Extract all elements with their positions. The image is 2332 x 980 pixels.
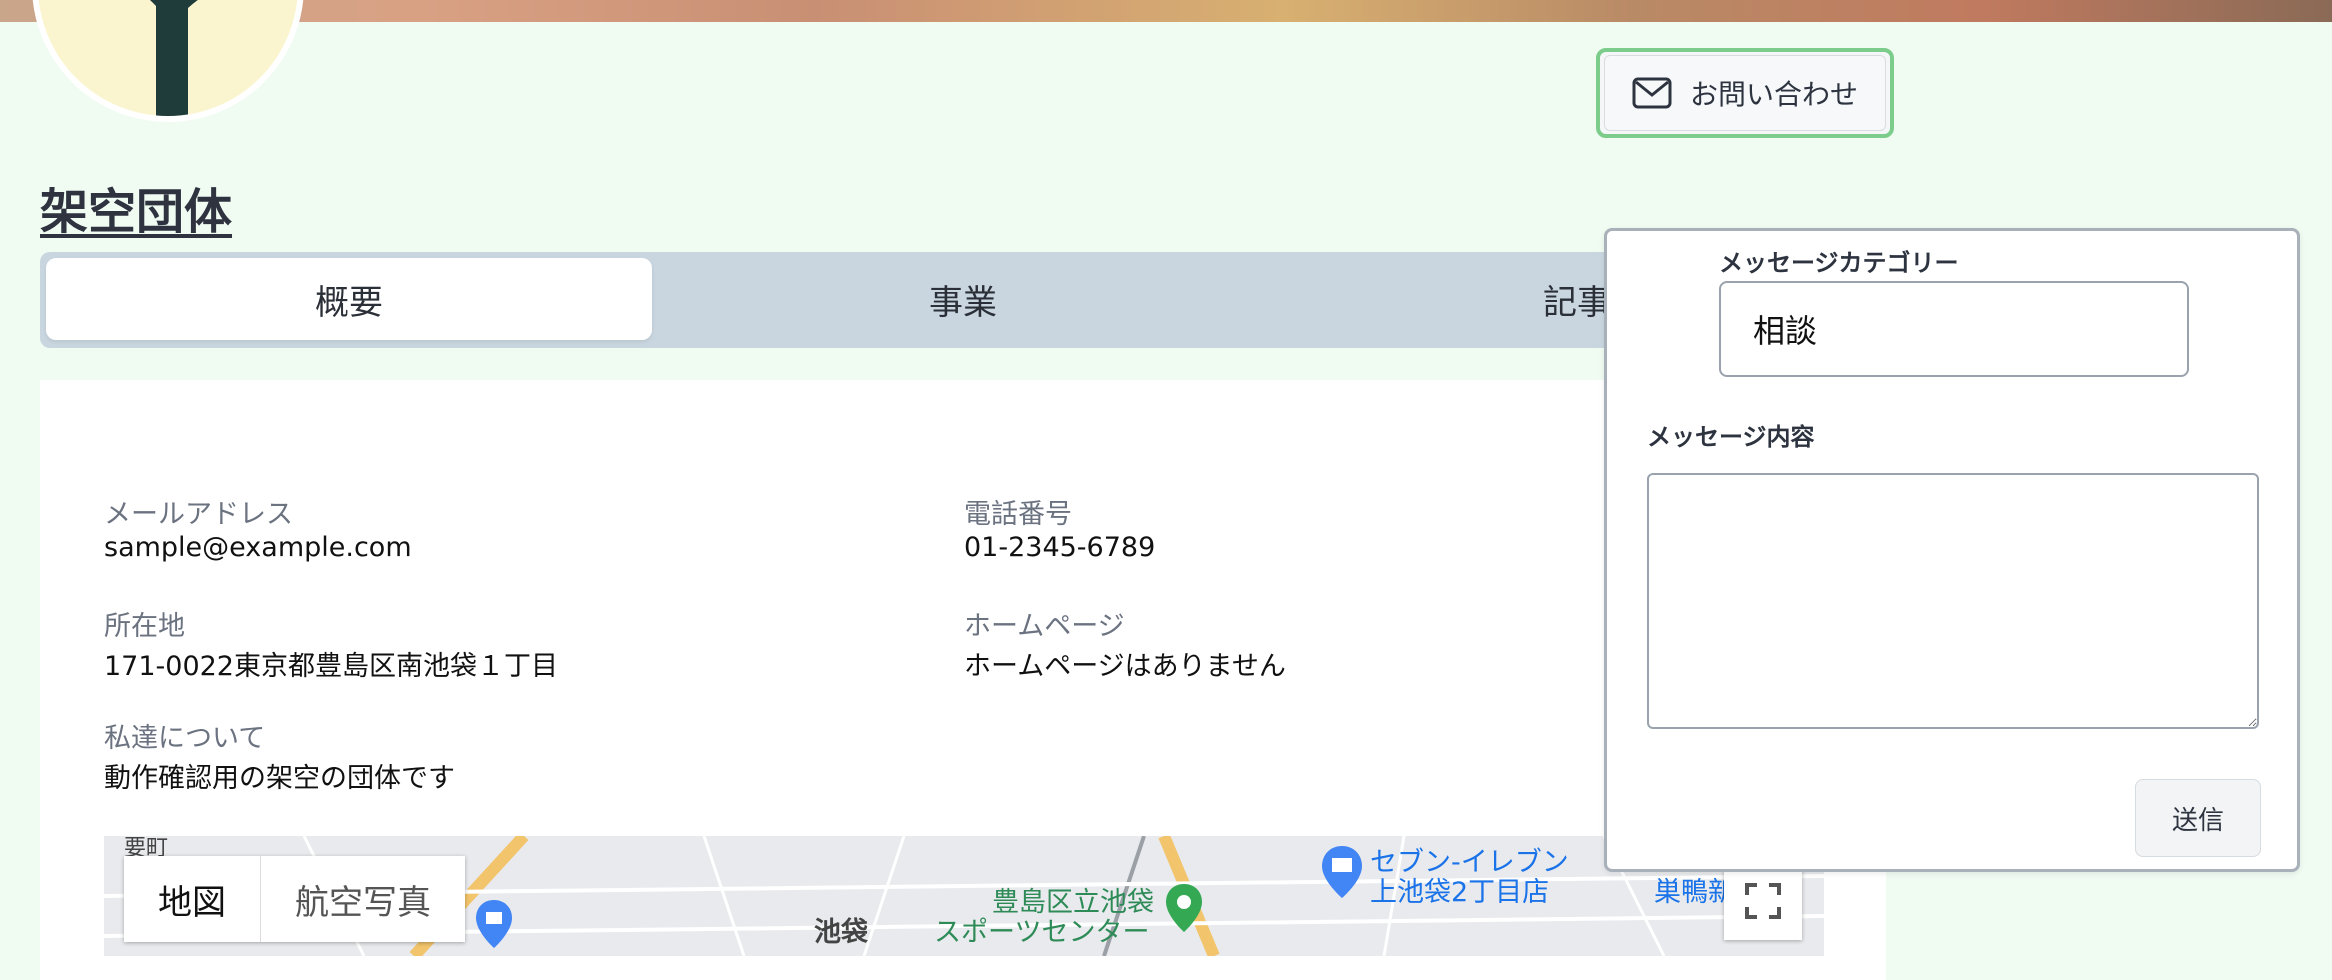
address-value: 171-0022東京都豊島区南池袋１丁目: [104, 651, 558, 682]
store-pin-icon: [1322, 846, 1362, 898]
about-label: 私達について: [104, 723, 266, 754]
map-label-ikebukuro: 池袋: [814, 917, 868, 948]
park-pin-icon: [1166, 884, 1202, 932]
address-label: 所在地: [104, 611, 185, 642]
org-logo: [32, 0, 304, 122]
phone-label: 電話番号: [964, 499, 1072, 530]
map-type-map-button[interactable]: 地図: [124, 856, 260, 942]
mail-icon: [1632, 77, 1672, 109]
homepage-value: ホームページはありません: [964, 651, 1286, 682]
map-label-sugamo: 巣鴨新: [1654, 877, 1735, 908]
email-label: メールアドレス: [104, 499, 293, 530]
content-label: メッセージ内容: [1647, 423, 1815, 451]
hero-banner: [0, 0, 2332, 22]
contact-button[interactable]: お問い合わせ: [1596, 48, 1894, 138]
fullscreen-icon: [1745, 883, 1781, 919]
category-select[interactable]: 相談: [1719, 281, 2189, 377]
send-button[interactable]: 送信: [2135, 779, 2261, 857]
map-label-seven-2: 上池袋2丁目店: [1370, 877, 1550, 908]
about-value: 動作確認用の架空の団体です: [104, 763, 455, 794]
map-label-sports-center-2: スポーツセンター: [934, 917, 1150, 948]
map-type-toggle: 地図 航空写真: [124, 856, 465, 942]
map-fullscreen-button[interactable]: [1724, 862, 1802, 940]
tab-projects[interactable]: 事業: [660, 258, 1266, 340]
map-type-satellite-button[interactable]: 航空写真: [261, 856, 465, 942]
tab-overview[interactable]: 概要: [46, 258, 652, 340]
category-label: メッセージカテゴリー: [1719, 249, 1959, 277]
phone-value: 01-2345-6789: [964, 532, 1156, 563]
contact-form-popover: メッセージカテゴリー 相談 メッセージ内容 送信: [1604, 228, 2300, 872]
homepage-label: ホームページ: [964, 611, 1125, 642]
org-name-link[interactable]: 架空団体: [40, 172, 232, 242]
message-content-textarea[interactable]: [1647, 473, 2259, 729]
shop-pin-icon: [476, 900, 512, 948]
contact-button-label: お問い合わせ: [1689, 78, 1858, 111]
tree-logo-icon: [149, 0, 198, 116]
email-value: sample@example.com: [104, 532, 412, 563]
